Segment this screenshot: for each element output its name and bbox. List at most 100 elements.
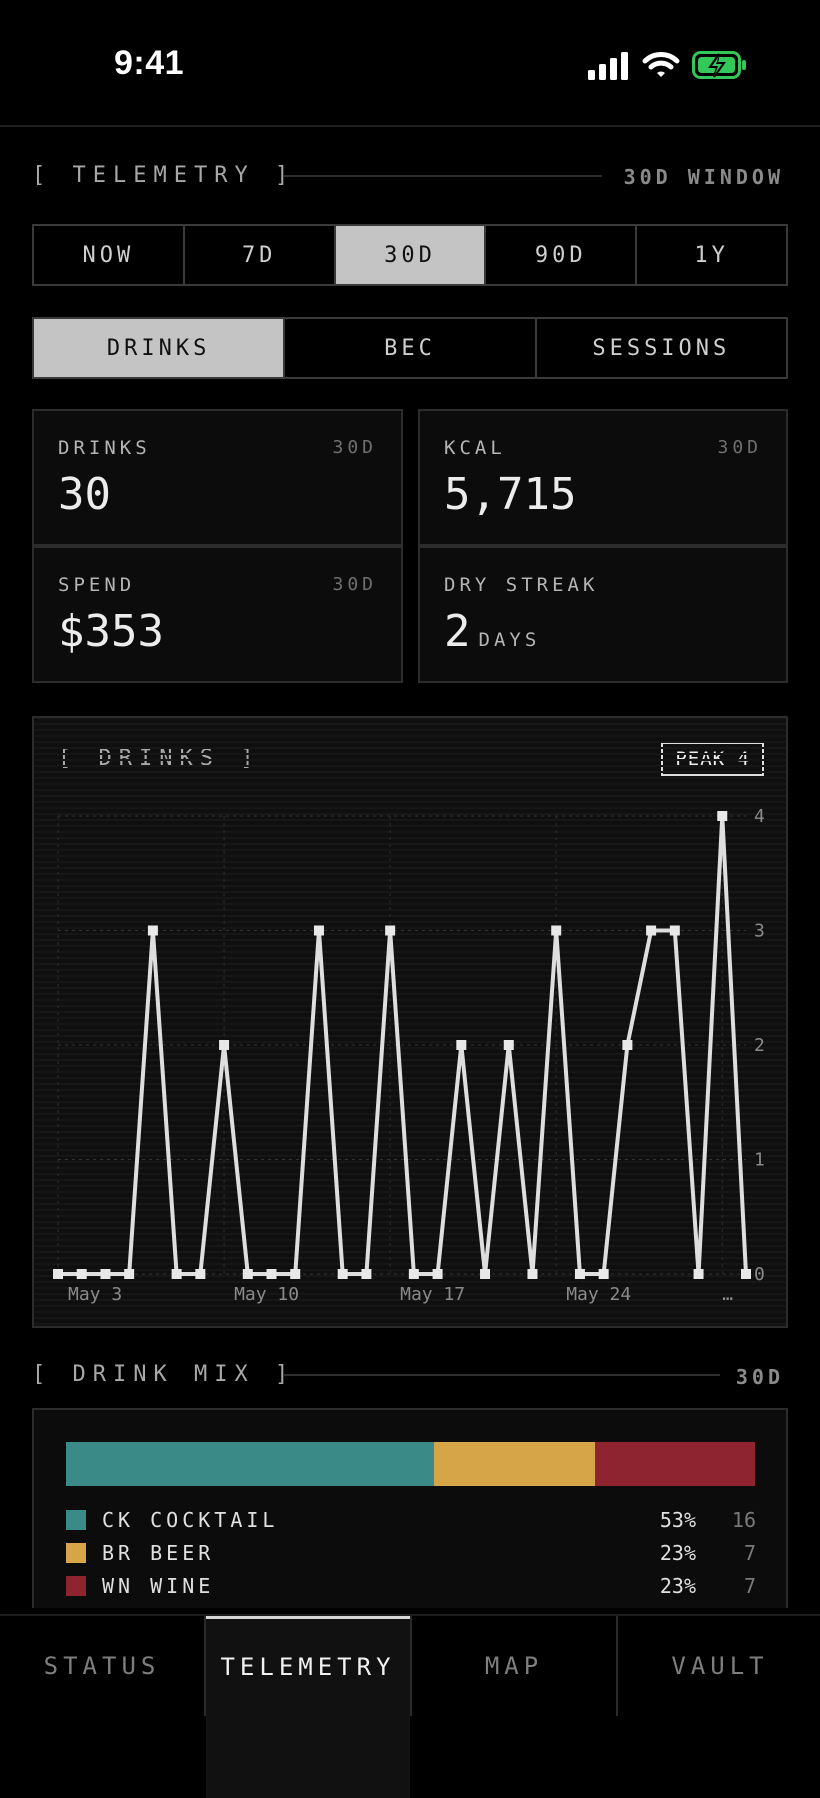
telemetry-title: [ TELEMETRY ]	[32, 163, 296, 188]
data-point	[646, 925, 657, 936]
stat-value: 30	[58, 469, 111, 520]
wifi-icon	[642, 52, 680, 77]
data-point	[337, 1269, 348, 1279]
cellular-signal-icon	[588, 52, 628, 80]
tab-telemetry[interactable]: TELEMETRY	[206, 1616, 410, 1798]
legend-swatch	[66, 1543, 86, 1563]
legend-percent: 23%	[659, 1574, 696, 1598]
data-point	[385, 925, 396, 936]
drinks-line-chart: 01234May 3 May 10 May 17 May 24…	[34, 718, 786, 1325]
mix-segment-cocktail	[66, 1442, 434, 1486]
legend-name: CK COCKTAIL	[102, 1508, 278, 1532]
legend-label: BEER	[150, 1541, 215, 1565]
data-point	[574, 1269, 585, 1279]
stat-number: 2	[444, 606, 471, 657]
data-point	[693, 1269, 704, 1279]
legend-name: BR BEER	[102, 1541, 214, 1565]
data-point	[598, 1269, 609, 1279]
legend-count: 16	[731, 1508, 756, 1532]
drink-mix-title: [ DRINK MIX ]	[32, 1362, 296, 1387]
metric-selector: DRINKS BEC SESSIONS	[32, 317, 788, 379]
legend-row-wine: WN WINE 23% 7	[66, 1572, 756, 1602]
drinks-chart-card: [ DRINKS ] PEAK 4 0 1 2 3 4 May 3 May 10 May 17…	[32, 716, 788, 1328]
data-point	[219, 1040, 230, 1050]
data-point	[432, 1269, 443, 1279]
y-tick-label: 3	[754, 921, 765, 942]
drink-mix-bar	[66, 1442, 756, 1486]
data-point	[622, 1040, 633, 1050]
legend-count: 7	[743, 1574, 756, 1598]
data-point	[242, 1269, 253, 1279]
data-point	[171, 1269, 182, 1279]
legend-swatch	[66, 1576, 86, 1596]
stat-card-dry-streak: DRY STREAK 2 DAYS	[418, 546, 788, 683]
stat-label: KCAL	[444, 437, 506, 459]
data-point	[100, 1269, 111, 1279]
mix-segment-beer	[433, 1442, 595, 1486]
data-point	[53, 1269, 63, 1279]
legend-code: WN	[102, 1574, 135, 1598]
tab-status[interactable]: STATUS	[0, 1616, 204, 1716]
data-point	[480, 1269, 491, 1279]
y-tick-label: 4	[754, 806, 765, 827]
bottom-tab-bar: STATUS TELEMETRY MAP VAULT	[0, 1614, 820, 1798]
drink-mix-window: 30D	[735, 1365, 784, 1389]
data-point	[408, 1269, 419, 1279]
x-tick-label: May 17	[400, 1284, 465, 1305]
range-tab-90d[interactable]: 90D	[484, 226, 635, 284]
status-divider	[0, 125, 820, 127]
data-point	[503, 1040, 514, 1050]
stat-card-drinks: DRINKS 30D 30	[32, 409, 403, 546]
legend-percent: 53%	[659, 1508, 696, 1532]
stat-label: SPEND	[58, 574, 136, 596]
battery-charging-icon	[692, 51, 746, 79]
window-label: 30D WINDOW	[623, 165, 784, 189]
stat-window-tag: 30D	[717, 437, 762, 458]
stat-value: $353	[58, 606, 164, 657]
data-point	[551, 925, 562, 936]
metric-tab-bec[interactable]: BEC	[283, 319, 534, 377]
y-tick-label: 1	[754, 1150, 765, 1171]
drink-mix-card: CK COCKTAIL 53% 16 BR BEER 23% 7 WN WINE…	[32, 1408, 788, 1608]
x-tick-label: …	[722, 1284, 733, 1305]
data-point	[76, 1269, 87, 1279]
data-point	[741, 1269, 751, 1279]
legend-swatch	[66, 1510, 86, 1530]
range-tab-7d[interactable]: 7D	[182, 226, 334, 284]
y-tick-label: 2	[754, 1035, 765, 1056]
legend-count: 7	[743, 1541, 756, 1565]
range-tab-now[interactable]: NOW	[34, 226, 183, 284]
stat-value: 5,715	[444, 469, 577, 520]
data-point	[290, 1269, 301, 1279]
range-tab-30d[interactable]: 30D	[333, 226, 485, 284]
legend-label: COCKTAIL	[150, 1508, 279, 1532]
tab-map[interactable]: MAP	[412, 1616, 616, 1716]
legend-label: WINE	[150, 1574, 215, 1598]
data-point	[313, 925, 324, 936]
metric-tab-sessions[interactable]: SESSIONS	[534, 319, 786, 377]
legend-row-beer: BR BEER 23% 7	[66, 1539, 756, 1569]
y-tick-label: 0	[754, 1264, 765, 1285]
x-tick-label: May 3	[68, 1284, 122, 1305]
x-tick-label: May 24	[566, 1284, 631, 1305]
stat-card-kcal: KCAL 30D 5,715	[418, 409, 788, 546]
data-point	[456, 1040, 467, 1050]
stat-label: DRY STREAK	[444, 574, 599, 596]
legend-name: WN WINE	[102, 1574, 214, 1598]
status-time: 9:41	[114, 44, 185, 82]
legend-code: CK	[102, 1508, 135, 1532]
range-tab-1y[interactable]: 1Y	[635, 226, 786, 284]
data-point	[124, 1269, 135, 1279]
range-selector: NOW 7D 30D 90D 1Y	[32, 224, 788, 286]
legend-percent: 23%	[659, 1541, 696, 1565]
stat-window-tag: 30D	[332, 437, 377, 458]
data-point	[361, 1269, 372, 1279]
data-point	[717, 811, 728, 821]
data-point	[669, 925, 680, 936]
stat-card-spend: SPEND 30D $353	[32, 546, 403, 683]
metric-tab-drinks[interactable]: DRINKS	[34, 319, 284, 377]
tab-vault[interactable]: VAULT	[618, 1616, 820, 1716]
stat-value: 2 DAYS	[444, 606, 540, 657]
data-point	[266, 1269, 277, 1279]
legend-code: BR	[102, 1541, 135, 1565]
